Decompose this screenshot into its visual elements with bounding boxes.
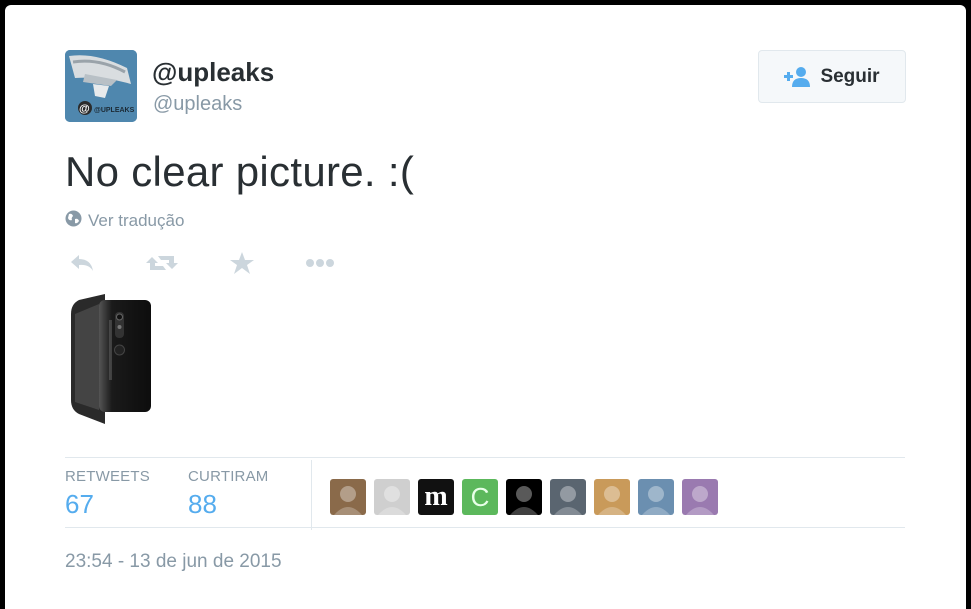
retweet-icon[interactable] — [145, 248, 179, 278]
follow-button[interactable]: Seguir — [758, 50, 906, 103]
tweet-stats: RETWEETS 67 CURTIRAM 88 mC — [65, 460, 905, 530]
translate-link[interactable]: Ver tradução — [65, 210, 184, 232]
liker-avatar-9[interactable] — [682, 479, 718, 515]
liker-avatar-letter: C — [470, 482, 490, 512]
display-name[interactable]: @upleaks — [152, 57, 274, 88]
likes-label: CURTIRAM — [188, 468, 269, 485]
tweet-timestamp[interactable]: 23:54 - 13 de jun de 2015 — [65, 551, 282, 573]
screen-name[interactable]: @upleaks — [153, 93, 242, 116]
liker-avatar-8[interactable] — [638, 479, 674, 515]
retweets-stat[interactable]: RETWEETS 67 — [65, 468, 150, 520]
reply-icon[interactable] — [65, 248, 99, 278]
liker-avatar-2[interactable] — [374, 479, 410, 515]
tweet-text: No clear picture. :( — [65, 148, 415, 195]
likers-avatars: mC — [330, 479, 718, 515]
user-avatar[interactable]: @ @UPLEAKS — [65, 50, 137, 122]
retweets-label: RETWEETS — [65, 468, 150, 485]
stats-bottom-divider — [65, 527, 905, 528]
retweets-count: 67 — [65, 489, 94, 519]
stats-vertical-divider — [311, 460, 312, 530]
liker-avatar-5[interactable] — [506, 479, 542, 515]
favorite-star-icon[interactable] — [225, 248, 259, 278]
tweet-media-image[interactable] — [65, 290, 157, 425]
likes-stat[interactable]: CURTIRAM 88 — [188, 468, 269, 520]
stats-top-divider — [65, 457, 905, 458]
likes-count: 88 — [188, 489, 217, 519]
svg-text:@: @ — [79, 103, 90, 115]
globe-icon — [65, 210, 82, 232]
svg-text:@UPLEAKS: @UPLEAKS — [94, 107, 135, 114]
liker-avatar-3[interactable]: m — [418, 479, 454, 515]
more-options-icon[interactable] — [303, 248, 337, 278]
liker-avatar-4[interactable]: C — [462, 479, 498, 515]
liker-avatar-7[interactable] — [594, 479, 630, 515]
liker-avatar-6[interactable] — [550, 479, 586, 515]
liker-avatar-1[interactable] — [330, 479, 366, 515]
follow-button-label: Seguir — [820, 65, 880, 87]
add-user-icon — [784, 66, 811, 87]
tweet-card: @ @UPLEAKS @upleaks @upleaks Seguir No c… — [5, 5, 966, 609]
translate-label: Ver tradução — [88, 211, 185, 230]
liker-avatar-letter: m — [424, 481, 448, 512]
